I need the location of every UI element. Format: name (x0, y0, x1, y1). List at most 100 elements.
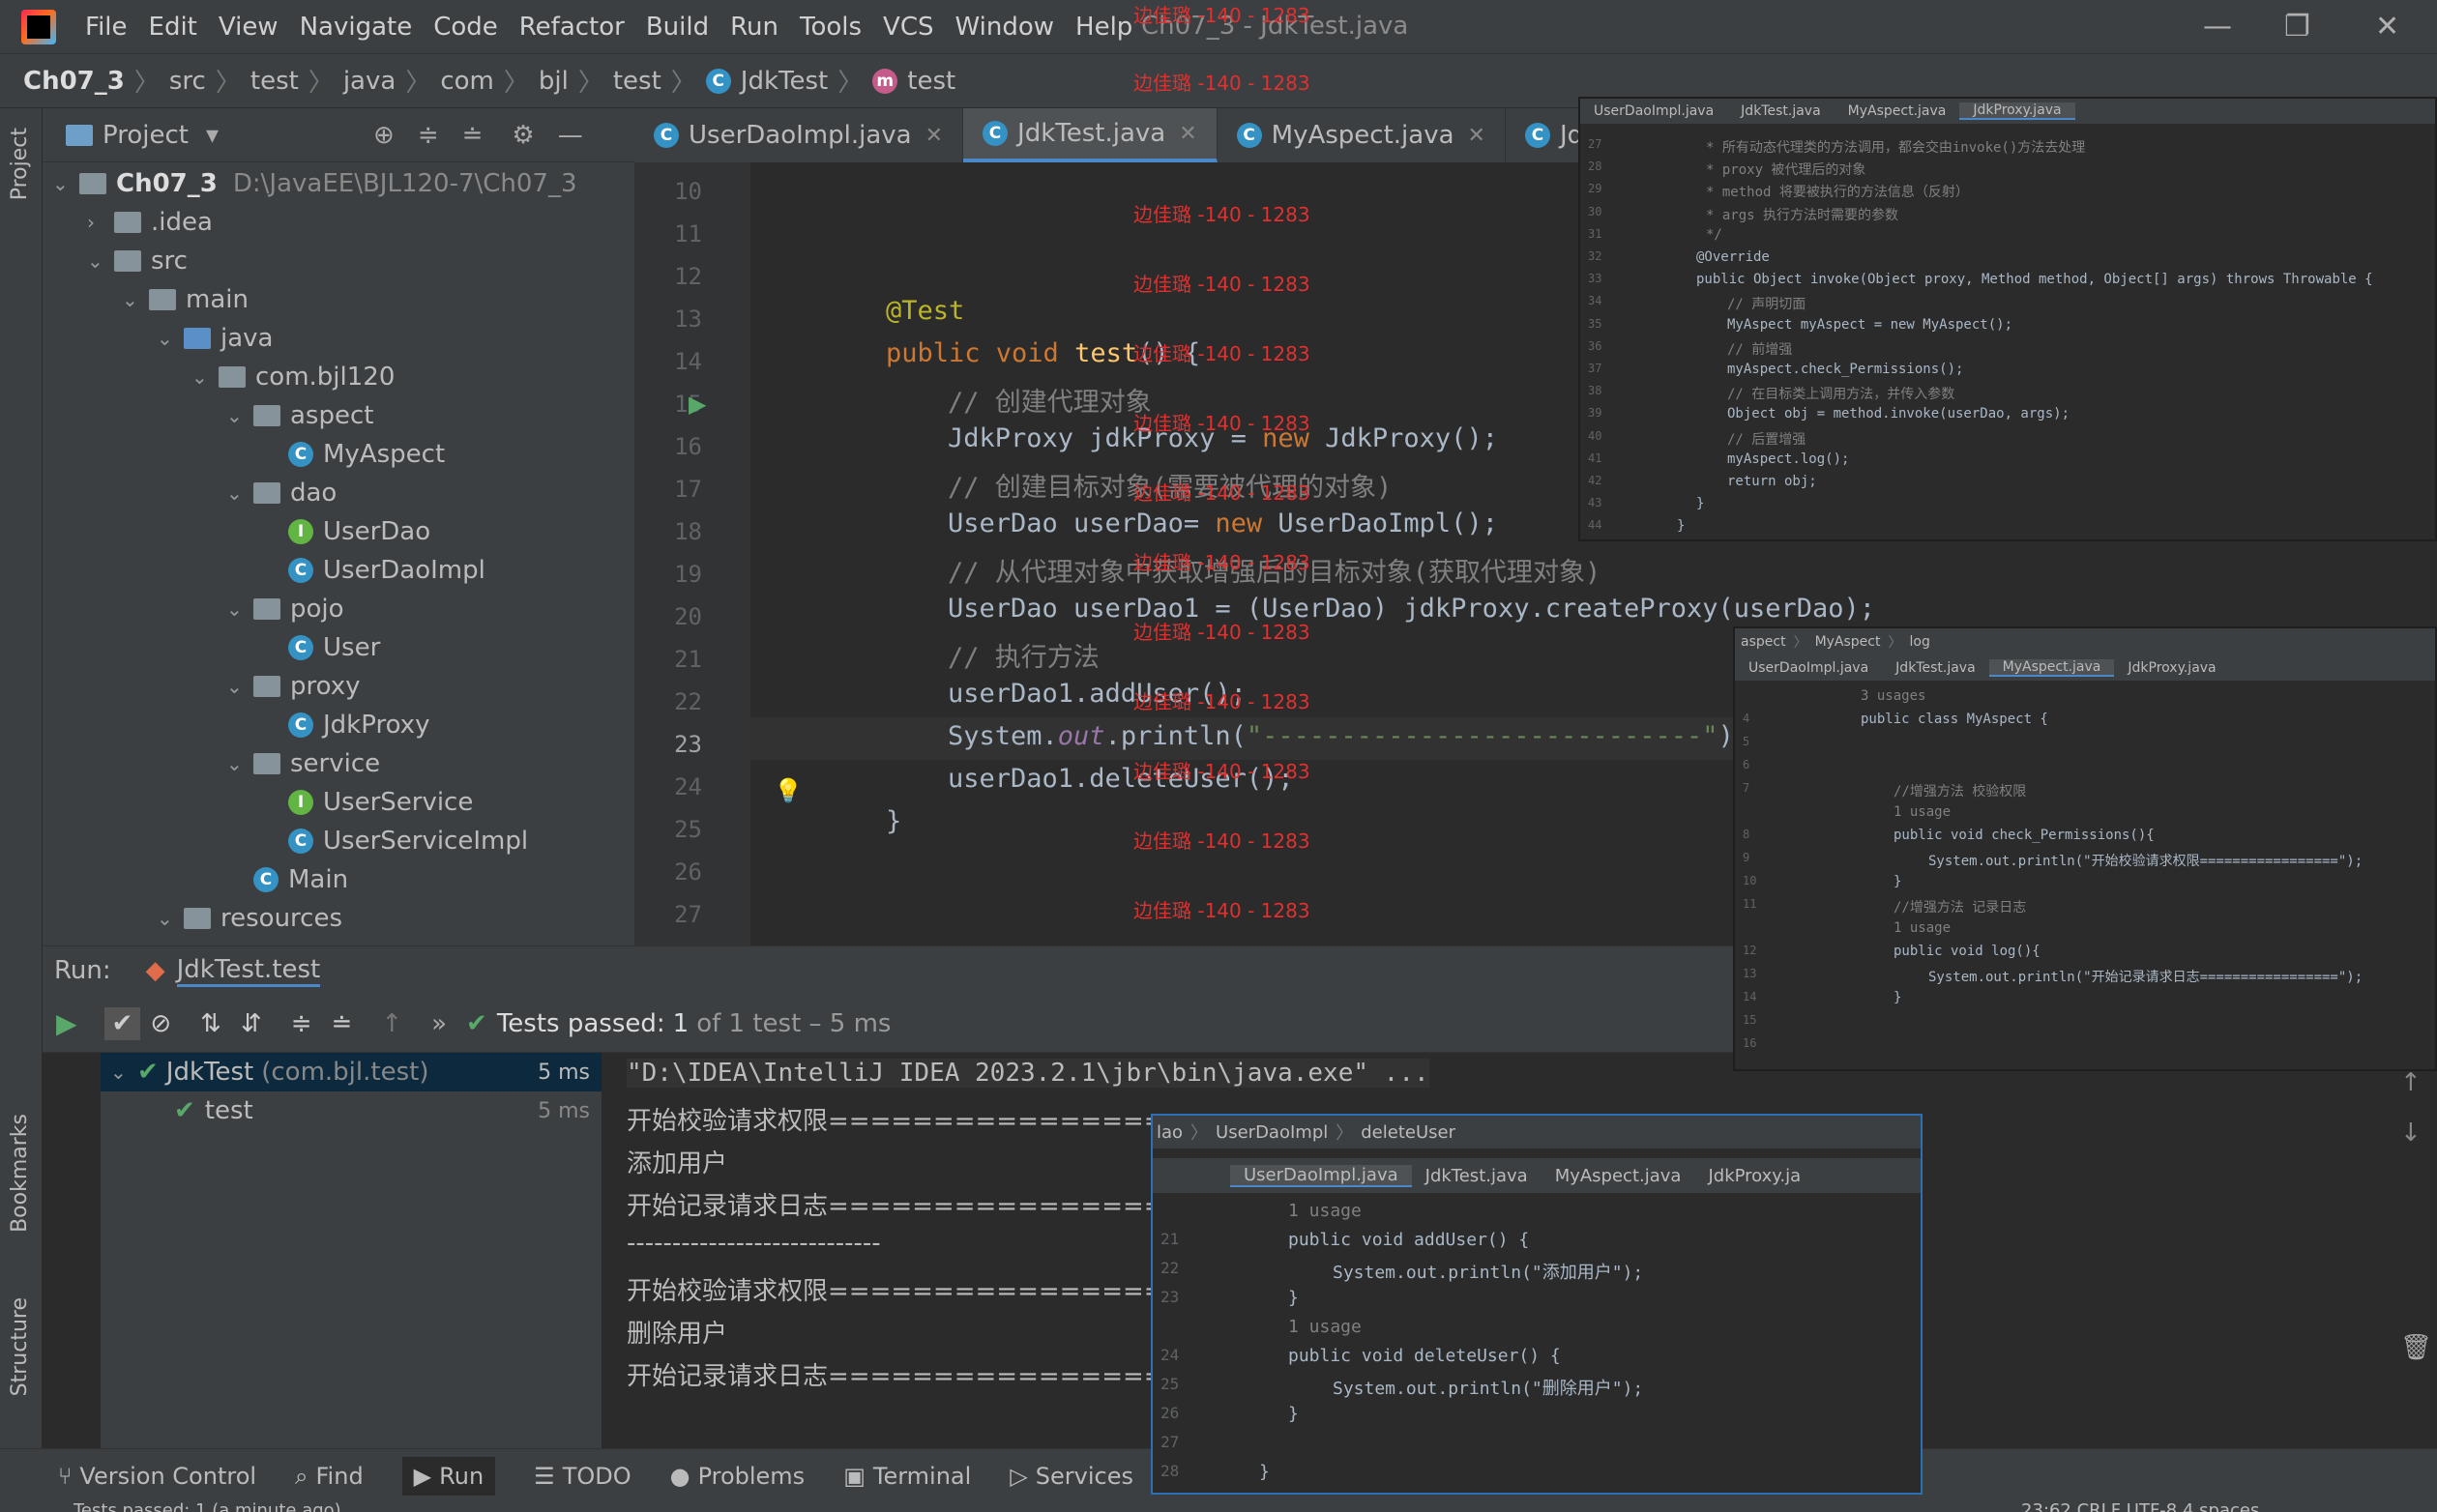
status-right[interactable]: 23:62 CRLF UTF-8 4 spaces (2021, 1502, 2259, 1512)
tree-item[interactable]: › .idea (43, 203, 213, 242)
lightbulb-icon[interactable]: 💡 (774, 777, 803, 804)
close-tab-icon[interactable]: ✕ (925, 124, 943, 148)
tab-myaspect[interactable]: C MyAspect.java ✕ (1218, 108, 1506, 162)
hide-icon[interactable]: — (558, 121, 583, 150)
overlay-tab[interactable]: JdkTest.java (1882, 660, 1988, 676)
restore-icon[interactable]: ❐ (2284, 10, 2310, 44)
code-line-25[interactable]: } (886, 806, 901, 836)
code-line-20[interactable]: UserDao userDao1 = (UserDao) jdkProxy.cr… (948, 594, 1875, 624)
overlay-tab[interactable]: JdkTest.java (1412, 1166, 1541, 1186)
more-icon[interactable]: » (431, 1009, 447, 1038)
tree-item[interactable]: C UserServiceImpl (43, 822, 528, 860)
overlay-crumb[interactable]: UserDaoImpl (1216, 1122, 1328, 1143)
crumb-src[interactable]: src (169, 67, 206, 96)
tree-item[interactable]: ⌄ dao (43, 474, 337, 512)
close-tab-icon[interactable]: ✕ (1179, 122, 1196, 146)
up-arrow-icon[interactable]: ↑ (381, 1009, 402, 1038)
show-passed-icon[interactable]: ✔ (103, 1006, 141, 1040)
tree-item[interactable]: C Main (43, 860, 348, 899)
show-ignored-icon[interactable]: ⊘ (150, 1009, 171, 1038)
overlay-tab[interactable]: MyAspect.java (1988, 659, 2115, 677)
crumb-method[interactable]: test (907, 67, 955, 96)
overlay-tab[interactable]: UserDaoImpl.java (1735, 660, 1882, 676)
tab-jdktest[interactable]: C JdkTest.java ✕ (963, 108, 1218, 162)
code-line-13[interactable]: @Test (886, 296, 964, 326)
tree-item[interactable]: I UserService (43, 783, 473, 822)
overlay-crumb[interactable]: aspect (1741, 634, 1786, 650)
overlay-crumb[interactable]: log (1909, 634, 1929, 650)
overlay-tab[interactable]: MyAspect.java (1835, 103, 1960, 119)
overlay-crumb[interactable]: MyAspect (1815, 634, 1881, 650)
tree-item[interactable]: ⌄ aspect (43, 396, 373, 435)
crumb-class[interactable]: JdkTest (741, 67, 828, 96)
overlay-tab[interactable]: JdkProxy.ja (1694, 1166, 1814, 1186)
menu-window[interactable]: Window (955, 13, 1055, 42)
tree-item[interactable]: C User (43, 628, 380, 667)
menu-navigate[interactable]: Navigate (300, 13, 413, 42)
find-button[interactable]: ⌕ Find (295, 1463, 364, 1490)
menu-build[interactable]: Build (646, 13, 709, 42)
project-tool-tab[interactable]: Project (8, 128, 32, 200)
run-button[interactable]: ▶ Run (401, 1456, 496, 1496)
sort-alpha-icon[interactable]: ⇅ (200, 1009, 221, 1038)
test-node-method[interactable]: ✔ test 5 ms (101, 1091, 602, 1130)
crumb-test-pkg[interactable]: test (613, 67, 661, 96)
minimize-icon[interactable]: — (2203, 10, 2232, 44)
tree-item[interactable]: ⌄ main (43, 280, 249, 319)
tree-item[interactable]: I UserDao (43, 512, 430, 551)
tree-item[interactable]: ⌄ java (43, 319, 273, 358)
menu-run[interactable]: Run (730, 13, 778, 42)
tree-item[interactable]: ⌄ src (43, 242, 188, 280)
problems-button[interactable]: ● Problems (670, 1463, 806, 1490)
bookmarks-tool-tab[interactable]: Bookmarks (8, 1114, 32, 1233)
menu-view[interactable]: View (219, 13, 279, 42)
collapse-all-icon[interactable]: ≐ (462, 121, 484, 150)
code-line-15[interactable]: // 创建代理对象 (948, 381, 1152, 419)
gear-icon[interactable]: ⚙ (512, 121, 534, 150)
menu-edit[interactable]: Edit (149, 13, 197, 42)
overlay-tab[interactable]: UserDaoImpl.java (1230, 1164, 1412, 1187)
overlay-tab[interactable]: UserDaoImpl.java (1580, 103, 1727, 119)
tree-item[interactable]: C JdkProxy (43, 706, 429, 744)
menu-help[interactable]: Help (1075, 13, 1132, 42)
rerun-icon[interactable]: ▶ (56, 1007, 77, 1039)
menu-file[interactable]: File (85, 13, 128, 42)
terminal-button[interactable]: ▣ Terminal (843, 1463, 971, 1490)
crumb-bjl[interactable]: bjl (539, 67, 569, 96)
run-test-gutter-icon[interactable]: ▶ (689, 391, 706, 418)
tree-item[interactable]: ⌄ pojo (43, 590, 344, 628)
scroll-up-icon[interactable]: ↑ (2400, 1068, 2422, 1097)
tree-item[interactable]: C MyAspect (43, 435, 445, 474)
code-line-23[interactable]: System.out.println("--------------------… (948, 721, 1734, 751)
services-button[interactable]: ▷ Services (1010, 1463, 1133, 1490)
crumb-com[interactable]: com (440, 67, 494, 96)
tab-userdaoimpl[interactable]: C UserDaoImpl.java ✕ (634, 108, 964, 162)
close-icon[interactable]: ✕ (2375, 10, 2399, 44)
menu-code[interactable]: Code (433, 13, 498, 42)
expand-all-icon[interactable]: ≑ (291, 1009, 312, 1038)
todo-button[interactable]: ☰ TODO (534, 1463, 631, 1490)
overlay-crumb[interactable]: deleteUser (1361, 1122, 1455, 1143)
structure-tool-tab[interactable]: Structure (8, 1297, 32, 1396)
crumb-project[interactable]: Ch07_3 (23, 67, 125, 96)
overlay-tab[interactable]: JdkProxy.java (2114, 660, 2229, 676)
menu-vcs[interactable]: VCS (883, 13, 933, 42)
test-node-class[interactable]: ⌄ ✔ JdkTest (com.bjl.test) 5 ms (101, 1053, 602, 1091)
version-control-button[interactable]: ⑂ Version Control (58, 1463, 256, 1490)
overlay-tab[interactable]: MyAspect.java (1541, 1166, 1695, 1186)
overlay-crumb[interactable]: lao (1157, 1122, 1183, 1143)
overlay-tab[interactable]: JdkTest.java (1727, 103, 1834, 119)
tree-item[interactable]: ⌄ resources (43, 899, 342, 938)
tree-root[interactable]: ⌄ Ch07_3 D:\JavaEE\BJL120-7\Ch07_3 (43, 164, 577, 203)
collapse-all-icon[interactable]: ≐ (332, 1009, 353, 1038)
scroll-down-icon[interactable]: ↓ (2400, 1119, 2422, 1148)
tree-item[interactable]: C UserDaoImpl (43, 551, 485, 590)
tree-item[interactable]: ⌄ com.bjl120 (43, 358, 395, 396)
menu-refactor[interactable]: Refactor (519, 13, 625, 42)
crumb-java[interactable]: java (343, 67, 396, 96)
project-panel-title[interactable]: Project (103, 121, 189, 150)
run-config-tab[interactable]: JdkTest.test (176, 955, 321, 987)
overlay-tab[interactable]: JdkProxy.java (1959, 102, 2075, 120)
tree-item[interactable]: ⌄ service (43, 744, 380, 783)
tree-item[interactable]: ⌄ proxy (43, 667, 361, 706)
